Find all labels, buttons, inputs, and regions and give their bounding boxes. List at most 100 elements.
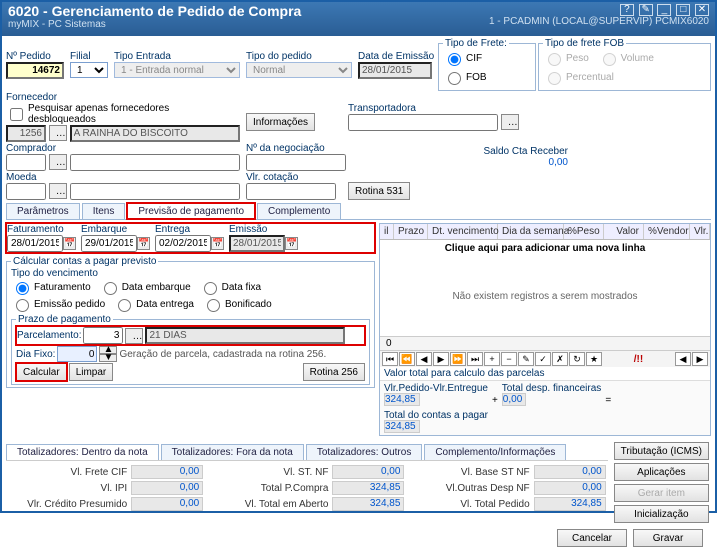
totalpcompra-label: Total P.Compra bbox=[209, 483, 332, 494]
nav-refresh-icon[interactable]: ↻ bbox=[569, 352, 585, 366]
parcelamento-input[interactable] bbox=[83, 327, 123, 344]
embarque-input[interactable] bbox=[81, 235, 137, 252]
grid-empty-text: Não existem registros a serem mostrados bbox=[380, 257, 710, 336]
tab-itens[interactable]: Itens bbox=[82, 203, 126, 219]
totalaberto-label: Vl. Total em Aberto bbox=[209, 499, 332, 510]
totalpedido-value: 324,85 bbox=[534, 497, 606, 511]
cotacao-label: Vlr. cotação bbox=[246, 172, 298, 183]
rotina256-button[interactable]: Rotina 256 bbox=[303, 363, 365, 381]
limpar-button[interactable]: Limpar bbox=[69, 363, 114, 381]
diafixo-down-icon[interactable]: ▼ bbox=[99, 354, 117, 362]
transportadora-lookup-button[interactable]: … bbox=[501, 114, 519, 130]
tab-compl[interactable]: Complemento/Informações bbox=[424, 444, 566, 460]
gravar-button[interactable]: Gravar bbox=[633, 529, 703, 547]
tab-outros[interactable]: Totalizadores: Outros bbox=[306, 444, 423, 460]
cancelar-button[interactable]: Cancelar bbox=[557, 529, 627, 547]
basest-value: 0,00 bbox=[534, 465, 606, 479]
ipi-label: Vl. IPI bbox=[8, 483, 131, 494]
grid-new-row-hint[interactable]: Clique aqui para adicionar uma nova linh… bbox=[380, 240, 710, 257]
diafixo-input[interactable] bbox=[57, 346, 97, 362]
moeda-nome-input[interactable] bbox=[70, 183, 240, 200]
nav-scroll-left-icon[interactable]: ◀ bbox=[675, 352, 691, 366]
nav-next-icon[interactable]: ▶ bbox=[433, 352, 449, 366]
tab-parametros[interactable]: Parâmetros bbox=[6, 203, 80, 219]
totalpedido-label: Vl. Total Pedido bbox=[410, 499, 533, 510]
calendar-icon[interactable] bbox=[211, 237, 224, 250]
calendar-icon[interactable] bbox=[63, 237, 76, 250]
nav-bookmark-icon[interactable]: ★ bbox=[586, 352, 602, 366]
tipoentrada-select[interactable]: 1 - Entrada normal bbox=[114, 62, 240, 78]
calcular-button[interactable]: Calcular bbox=[16, 363, 67, 381]
basest-label: Vl. Base ST NF bbox=[410, 467, 533, 478]
nav-edit-icon[interactable]: ✎ bbox=[518, 352, 534, 366]
credpres-label: Vlr. Crédito Presumido bbox=[8, 499, 131, 510]
pesquisar-check[interactable] bbox=[10, 108, 23, 121]
moeda-label: Moeda bbox=[6, 172, 37, 183]
fornecedor-cod-input bbox=[6, 125, 46, 142]
fornecedor-label: Fornecedor bbox=[6, 92, 57, 103]
nav-nextpage-icon[interactable]: ⏩ bbox=[450, 352, 466, 366]
npedido-input[interactable] bbox=[6, 62, 64, 79]
faturamento-input[interactable] bbox=[7, 235, 63, 252]
titlebar: 6020 - Gerenciamento de Pedido de Compra… bbox=[2, 2, 715, 36]
totalaberto-value: 324,85 bbox=[332, 497, 404, 511]
tributacao-button[interactable]: Tributação (ICMS) bbox=[614, 442, 709, 460]
entrega-input[interactable] bbox=[155, 235, 211, 252]
transportadora-input[interactable] bbox=[348, 114, 498, 131]
comprador-cod-input[interactable] bbox=[6, 154, 46, 171]
fob-volume-radio bbox=[603, 53, 616, 66]
aplicacoes-button[interactable]: Aplicações bbox=[614, 463, 709, 481]
frete-fob-radio[interactable] bbox=[448, 72, 461, 85]
tipopedido-select[interactable]: Normal bbox=[246, 62, 352, 78]
npedido-label: Nº Pedido bbox=[6, 51, 51, 62]
minimize-icon[interactable]: _ bbox=[657, 4, 671, 16]
tv-dataentrega-radio[interactable] bbox=[118, 299, 131, 312]
nav-del-icon[interactable]: − bbox=[501, 352, 517, 366]
nav-cancel-icon[interactable]: ✗ bbox=[552, 352, 568, 366]
comprador-nome-input[interactable] bbox=[70, 154, 240, 171]
moeda-lookup-button[interactable]: … bbox=[49, 183, 67, 199]
cotacao-input[interactable] bbox=[246, 183, 336, 200]
tv-datafixa-radio[interactable] bbox=[204, 282, 217, 295]
calendar-icon[interactable] bbox=[285, 237, 298, 250]
vlrpedido-value: 324,85 bbox=[384, 393, 420, 406]
calc-group-title: Cálcular contas a pagar previsto bbox=[11, 256, 158, 267]
tv-bonificado-radio[interactable] bbox=[207, 299, 220, 312]
tab-fora[interactable]: Totalizadores: Fora da nota bbox=[161, 444, 304, 460]
moeda-cod-input[interactable] bbox=[6, 183, 46, 200]
nav-first-icon[interactable]: ⏮ bbox=[382, 352, 398, 366]
rotina531-button[interactable]: Rotina 531 bbox=[348, 182, 410, 200]
grid-count: 0 bbox=[386, 338, 392, 349]
filial-select[interactable]: 1 bbox=[70, 62, 108, 78]
nav-ok-icon[interactable]: ✓ bbox=[535, 352, 551, 366]
ipi-value: 0,00 bbox=[131, 481, 203, 495]
maximize-icon[interactable]: □ bbox=[676, 4, 690, 16]
help-icon[interactable]: ? bbox=[620, 4, 634, 16]
parcelamento-lookup-button[interactable]: … bbox=[125, 328, 143, 344]
informacoes-button[interactable]: Informações bbox=[246, 113, 315, 131]
stnf-label: Vl. ST. NF bbox=[209, 467, 332, 478]
tv-dataembarque-radio[interactable] bbox=[104, 282, 117, 295]
nav-scroll-right-icon[interactable]: ▶ bbox=[692, 352, 708, 366]
close-icon[interactable]: ✕ bbox=[695, 4, 709, 16]
main-tabs: Parâmetros Itens Previsão de pagamento C… bbox=[6, 203, 711, 220]
nav-prev-icon[interactable]: ◀ bbox=[416, 352, 432, 366]
tv-faturamento-radio[interactable] bbox=[16, 282, 29, 295]
nav-prevpage-icon[interactable]: ⏪ bbox=[399, 352, 415, 366]
tool-icon[interactable]: ✎ bbox=[639, 4, 653, 16]
nav-add-icon[interactable]: + bbox=[484, 352, 500, 366]
nav-last-icon[interactable]: ⏭ bbox=[467, 352, 483, 366]
frete-cif-radio[interactable] bbox=[448, 53, 461, 66]
comprador-lookup-button[interactable]: … bbox=[49, 154, 67, 170]
calendar-icon[interactable] bbox=[137, 237, 150, 250]
totaldesp-value: 0,00 bbox=[502, 393, 526, 406]
tab-complemento[interactable]: Complemento bbox=[257, 203, 341, 219]
fornecedor-lookup-button[interactable]: … bbox=[49, 125, 67, 141]
dataemissao-input bbox=[358, 62, 432, 79]
tab-previsao[interactable]: Previsão de pagamento bbox=[127, 203, 255, 219]
tipovenc-label: Tipo do vencimento bbox=[11, 268, 98, 279]
negociacao-input[interactable] bbox=[246, 154, 346, 171]
tab-dentro[interactable]: Totalizadores: Dentro da nota bbox=[6, 444, 159, 460]
tv-emissaopedido-radio[interactable] bbox=[16, 299, 29, 312]
inicializacao-button[interactable]: Inicialização bbox=[614, 505, 709, 523]
